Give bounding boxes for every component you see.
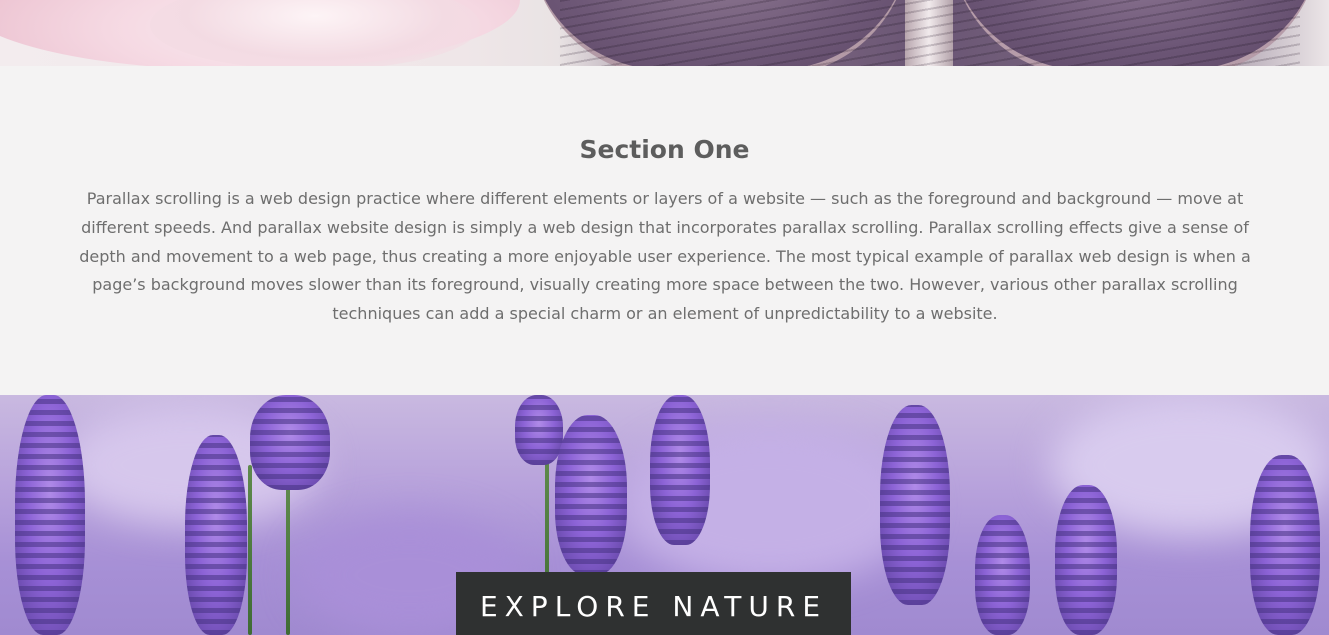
lavender-flower — [15, 395, 85, 635]
lavender-flower — [515, 395, 563, 465]
explore-nature-button[interactable]: EXPLORE NATURE — [456, 572, 851, 635]
lavender-flower — [650, 395, 710, 545]
section-one: Section One Parallax scrolling is a web … — [0, 66, 1329, 395]
section-title: Section One — [579, 135, 750, 164]
lavender-stem — [248, 465, 252, 635]
book-text-lines — [560, 0, 1300, 66]
lavender-flower — [880, 405, 950, 605]
lavender-stem — [286, 485, 290, 635]
section-body-text: Parallax scrolling is a web design pract… — [79, 189, 1251, 324]
rose-petal — [150, 0, 480, 66]
lavender-flower — [555, 415, 627, 575]
hero-image-rose-book — [0, 0, 1329, 66]
lavender-flower — [185, 435, 247, 635]
page: Section One Parallax scrolling is a web … — [0, 0, 1329, 635]
hero-image-lavender: EXPLORE NATURE — [0, 395, 1329, 635]
explore-nature-label: EXPLORE NATURE — [479, 590, 828, 623]
lavender-flower — [1250, 455, 1320, 635]
lavender-flower — [1055, 485, 1117, 635]
lavender-flower — [250, 395, 330, 490]
lavender-flower — [975, 515, 1030, 635]
